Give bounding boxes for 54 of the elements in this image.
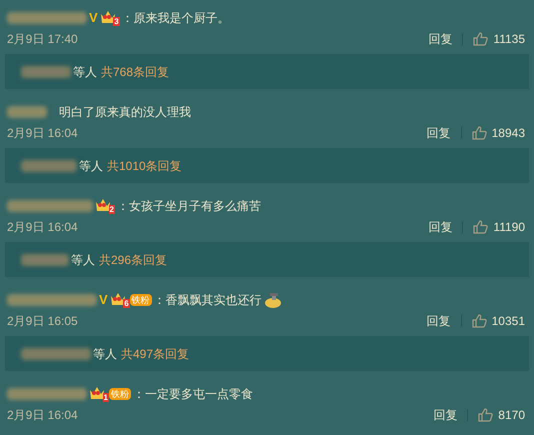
crown-icon [89,386,105,400]
fan-badge: 铁粉 [109,388,131,400]
reply-thread-box[interactable]: 等人 共497条回复 [5,336,529,371]
reply-link[interactable]: 回复 [428,218,452,236]
verified-mark: V [99,291,108,310]
level-number: 6 [123,299,130,308]
blurred-name [21,66,71,78]
comment-date: 2月9日 16:04 [7,407,78,424]
comment-date: 2月9日 17:40 [7,31,78,48]
crown-icon [100,10,116,24]
like-count: 8170 [498,407,525,424]
blurred-name [21,160,77,172]
reply-count-link[interactable]: 共1010条回复 [107,156,182,174]
like-count: 11135 [493,31,525,48]
crown-icon [110,292,126,306]
blurred-name [21,254,69,266]
blurred-name [7,106,47,118]
reply-link[interactable]: 回复 [426,312,451,330]
level-number: 1 [102,393,109,402]
reply-link[interactable]: 回复 [433,406,458,424]
like-count: 18943 [492,125,525,142]
thumbs-up-icon[interactable] [473,32,488,46]
thread-suffix: 等人 [73,64,97,80]
fan-badge: 铁粉 [130,294,152,306]
crown-icon [95,198,111,212]
thumbs-up-icon[interactable] [472,126,487,140]
thumbs-up-icon[interactable] [473,220,488,234]
level-number: 2 [108,205,115,214]
comment-date: 2月9日 16:04 [7,125,78,142]
thumbs-up-icon[interactable] [472,314,487,328]
reply-thread-box[interactable]: 等人 共1010条回复 [5,148,529,183]
comment-text: ：女孩子坐月子有多么痛苦 [117,198,261,215]
comment-text: 明白了原来真的没人理我 [59,104,191,121]
thumbs-up-icon[interactable] [478,408,494,422]
reply-count-link[interactable]: 共768条回复 [101,62,170,80]
comment-text: ：一定要多屯一点零食 [133,386,253,403]
reply-link[interactable]: 回复 [426,124,451,142]
reply-count-link[interactable]: 共497条回复 [121,344,190,362]
reply-thread-box[interactable]: 等人 共768条回复 [5,54,529,89]
like-count: 10351 [492,313,525,330]
reply-link[interactable]: 回复 [428,30,452,48]
thread-suffix: 等人 [79,158,103,174]
comment-text: ：原来我是个厨子。 [122,10,230,27]
comment-text: ：香飘飘其实也还行 [154,292,262,309]
thread-suffix: 等人 [93,346,117,362]
like-count: 11190 [493,219,525,236]
reply-thread-box[interactable]: 等人 共296条回复 [5,242,529,277]
thread-suffix: 等人 [71,252,95,268]
reply-count-link[interactable]: 共296条回复 [99,250,168,268]
comment-date: 2月9日 16:04 [7,219,78,236]
verified-mark: V [89,9,98,28]
level-number: 3 [113,17,120,26]
comment-date: 2月9日 16:05 [7,313,78,330]
blurred-name [21,348,91,360]
